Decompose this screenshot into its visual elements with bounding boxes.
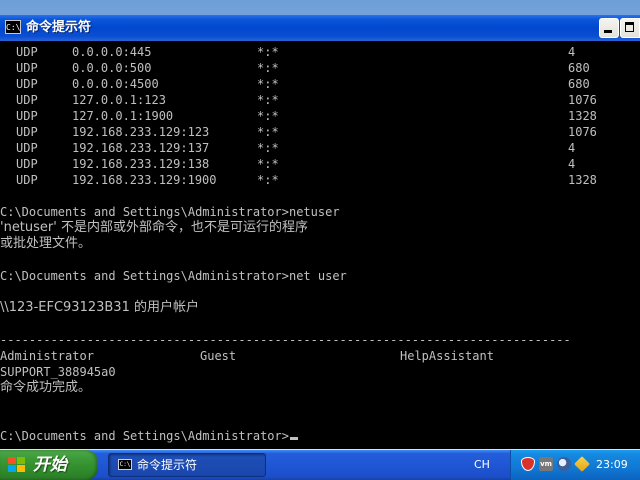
minimize-icon	[604, 30, 612, 33]
udp-row: UDP 192.168.233.129:1900 *:* 1328	[0, 172, 640, 188]
udp-row: UDP 0.0.0.0:4500 *:* 680	[0, 76, 640, 92]
udp-foreign-address: *:*	[257, 45, 279, 59]
desktop: C:\ 命令提示符 UDP 0.0.0.0:445 *:* 4 UDP 0.0.0.0:5…	[0, 0, 640, 480]
udp-local-address: 127.0.0.1:123	[72, 93, 166, 107]
udp-pid: 680	[568, 61, 590, 75]
udp-pid: 1076	[568, 125, 597, 139]
udp-local-address: 192.168.233.129:1900	[72, 173, 217, 187]
udp-local-address: 0.0.0.0:4500	[72, 77, 159, 91]
udp-row: UDP 0.0.0.0:445 *:* 4	[0, 44, 640, 60]
prompt-line: C:\Documents and Settings\Administrator>…	[0, 205, 340, 219]
udp-foreign-address: *:*	[257, 157, 279, 171]
udp-pid: 1328	[568, 173, 597, 187]
maximize-icon	[625, 22, 634, 32]
window-title: 命令提示符	[26, 20, 92, 35]
udp-pid: 4	[568, 141, 576, 155]
udp-local-address: 192.168.233.129:138	[72, 157, 210, 171]
separator-line: ----------------------------------------…	[0, 333, 571, 347]
clock[interactable]: 23:09	[596, 458, 628, 472]
udp-protocol: UDP	[16, 125, 38, 139]
udp-pid: 1328	[568, 109, 597, 123]
udp-foreign-address: *:*	[257, 173, 279, 187]
taskbar: 开始 C:\ 命令提示符 CH vm 23:09	[0, 450, 640, 480]
start-button[interactable]: 开始	[0, 450, 98, 480]
window-titlebar[interactable]: C:\ 命令提示符	[0, 15, 640, 41]
language-indicator[interactable]: CH	[474, 458, 490, 472]
udp-foreign-address: *:*	[257, 109, 279, 123]
udp-row: UDP 192.168.233.129:137 *:* 4	[0, 140, 640, 156]
udp-protocol: UDP	[16, 173, 38, 187]
user-name: HelpAssistant	[400, 349, 494, 363]
success-line: 命令成功完成。	[0, 380, 92, 395]
udp-pid: 680	[568, 77, 590, 91]
network-icon[interactable]	[557, 457, 571, 471]
vmware-tools-icon[interactable]: vm	[539, 457, 553, 471]
text-cursor	[289, 437, 298, 440]
udp-protocol: UDP	[16, 93, 38, 107]
cmd-icon: C:\	[5, 20, 21, 34]
prompt-line: C:\Documents and Settings\Administrator>	[0, 428, 640, 444]
user-name: Administrator	[0, 349, 94, 363]
start-label: 开始	[33, 455, 67, 475]
accounts-header: \\123-EFC93123B31 的用户帐户	[0, 300, 199, 315]
prompt-line: C:\Documents and Settings\Administrator>…	[0, 269, 347, 283]
console-output[interactable]: UDP 0.0.0.0:445 *:* 4 UDP 0.0.0.0:500 *:* 680 UD…	[0, 41, 640, 449]
udp-pid: 4	[568, 157, 576, 171]
udp-local-address: 127.0.0.1:1900	[72, 109, 174, 123]
udp-protocol: UDP	[16, 141, 38, 155]
update-icon[interactable]	[574, 456, 590, 472]
udp-row: UDP 127.0.0.1:1900 *:* 1328	[0, 108, 640, 124]
udp-foreign-address: *:*	[257, 77, 279, 91]
maximize-button[interactable]	[620, 18, 640, 38]
system-tray: vm 23:09	[510, 450, 640, 480]
minimize-button[interactable]	[599, 18, 619, 38]
udp-local-address: 0.0.0.0:500	[72, 61, 152, 75]
error-line: 或批处理文件。	[0, 236, 92, 251]
udp-foreign-address: *:*	[257, 125, 279, 139]
udp-foreign-address: *:*	[257, 61, 279, 75]
udp-row: UDP 192.168.233.129:138 *:* 4	[0, 156, 640, 172]
udp-row: UDP 192.168.233.129:123 *:* 1076	[0, 124, 640, 140]
error-line: 'netuser' 不是内部或外部命令，也不是可运行的程序	[0, 220, 308, 235]
current-prompt: C:\Documents and Settings\Administrator>	[0, 429, 289, 443]
udp-protocol: UDP	[16, 77, 38, 91]
udp-protocol: UDP	[16, 61, 38, 75]
user-name: Guest	[200, 349, 237, 363]
udp-protocol: UDP	[16, 157, 38, 171]
udp-local-address: 0.0.0.0:445	[72, 45, 152, 59]
udp-local-address: 192.168.233.129:137	[72, 141, 210, 155]
udp-pid: 4	[568, 45, 576, 59]
users-row: Administrator Guest HelpAssistant	[0, 348, 640, 364]
taskbar-item-cmd[interactable]: C:\ 命令提示符	[108, 453, 266, 477]
user-name: SUPPORT_388945a0	[0, 365, 116, 379]
udp-pid: 1076	[568, 93, 597, 107]
windows-logo-icon	[8, 457, 26, 473]
cmd-icon: C:\	[118, 459, 132, 470]
udp-protocol: UDP	[16, 45, 38, 59]
udp-protocol: UDP	[16, 109, 38, 123]
security-shield-icon[interactable]	[521, 457, 535, 471]
users-row: SUPPORT_388945a0	[0, 364, 640, 380]
taskbar-item-label: 命令提示符	[137, 458, 198, 472]
udp-foreign-address: *:*	[257, 93, 279, 107]
udp-local-address: 192.168.233.129:123	[72, 125, 210, 139]
udp-foreign-address: *:*	[257, 141, 279, 155]
udp-row: UDP 0.0.0.0:500 *:* 680	[0, 60, 640, 76]
udp-row: UDP 127.0.0.1:123 *:* 1076	[0, 92, 640, 108]
